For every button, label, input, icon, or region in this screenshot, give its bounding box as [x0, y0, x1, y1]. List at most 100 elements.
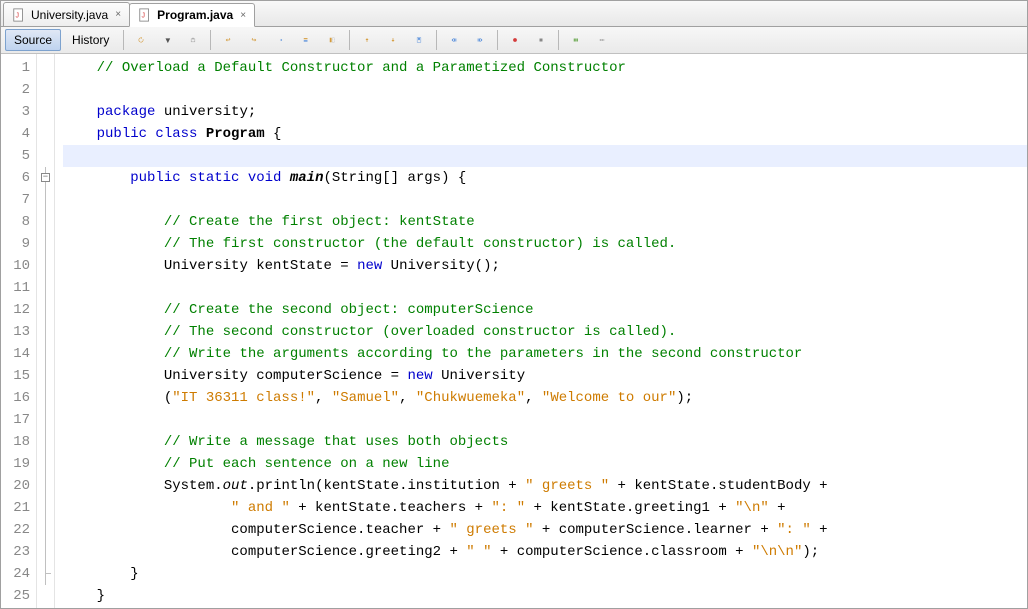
fold-cell — [37, 387, 54, 409]
uncomment-button[interactable] — [590, 29, 614, 51]
refresh-button[interactable] — [129, 29, 153, 51]
svg-text:J: J — [16, 12, 20, 19]
code-line[interactable]: // Put each sentence on a new line — [63, 453, 1027, 475]
fold-cell — [37, 453, 54, 475]
dropdown-arrow-icon: ▼ — [164, 36, 172, 45]
fold-cell — [37, 343, 54, 365]
stop-macro-button[interactable] — [529, 29, 553, 51]
code-line[interactable]: public class Program { — [63, 123, 1027, 145]
toggle-bookmark-button[interactable] — [407, 29, 431, 51]
toggle-highlight-button[interactable] — [320, 29, 344, 51]
fold-cell — [37, 189, 54, 211]
export-button[interactable] — [181, 29, 205, 51]
code-line[interactable]: // Overload a Default Constructor and a … — [63, 57, 1027, 79]
line-number: 1 — [1, 57, 36, 79]
tab-bar: JUniversity.java×JProgram.java× — [1, 1, 1027, 27]
code-line[interactable]: // Create the second object: computerSci… — [63, 299, 1027, 321]
fold-cell — [37, 497, 54, 519]
file-tab[interactable]: JProgram.java× — [129, 3, 255, 27]
line-number: 15 — [1, 365, 36, 387]
line-number: 6 — [1, 167, 36, 189]
fold-toggle[interactable]: − — [41, 173, 50, 182]
code-line[interactable]: System.out.println(kentState.institution… — [63, 475, 1027, 497]
code-line[interactable]: // Write a message that uses both object… — [63, 431, 1027, 453]
line-number: 24 — [1, 563, 36, 585]
fold-cell — [37, 299, 54, 321]
fold-cell — [37, 79, 54, 101]
separator — [349, 30, 350, 50]
line-number: 22 — [1, 519, 36, 541]
line-number: 2 — [1, 79, 36, 101]
code-line[interactable]: computerScience.greeting2 + " " + comput… — [63, 541, 1027, 563]
code-line[interactable]: // Create the first object: kentState — [63, 211, 1027, 233]
code-line[interactable]: University kentState = new University(); — [63, 255, 1027, 277]
tab-title: University.java — [31, 8, 108, 22]
shift-left-button[interactable] — [442, 29, 466, 51]
fold-cell — [37, 519, 54, 541]
separator — [210, 30, 211, 50]
line-number: 11 — [1, 277, 36, 299]
separator — [497, 30, 498, 50]
line-number: 10 — [1, 255, 36, 277]
code-line[interactable] — [63, 79, 1027, 101]
line-number: 21 — [1, 497, 36, 519]
line-number: 5 — [1, 145, 36, 167]
fold-cell — [37, 211, 54, 233]
code-area[interactable]: // Overload a Default Constructor and a … — [55, 54, 1027, 608]
code-line[interactable]: } — [63, 563, 1027, 585]
comment-button[interactable] — [564, 29, 588, 51]
fold-cell — [37, 409, 54, 431]
fold-cell — [37, 475, 54, 497]
history-tab-button[interactable]: History — [63, 29, 118, 51]
svg-text:J: J — [142, 13, 146, 20]
line-number: 19 — [1, 453, 36, 475]
close-icon[interactable]: × — [113, 10, 123, 20]
source-tab-button[interactable]: Source — [5, 29, 61, 51]
code-line[interactable]: computerScience.teacher + " greets " + c… — [63, 519, 1027, 541]
code-line[interactable]: ("IT 36311 class!", "Samuel", "Chukwueme… — [63, 387, 1027, 409]
undo-button[interactable] — [216, 29, 240, 51]
toolbar: Source History ▼ — [1, 27, 1027, 54]
fold-cell — [37, 321, 54, 343]
fold-cell — [37, 57, 54, 79]
line-number: 8 — [1, 211, 36, 233]
separator — [436, 30, 437, 50]
code-line[interactable]: // Write the arguments according to the … — [63, 343, 1027, 365]
line-number: 25 — [1, 585, 36, 607]
fold-cell — [37, 123, 54, 145]
line-number: 4 — [1, 123, 36, 145]
find-selection-button[interactable] — [294, 29, 318, 51]
prev-bookmark-button[interactable] — [355, 29, 379, 51]
line-number: 13 — [1, 321, 36, 343]
fold-cell — [37, 255, 54, 277]
code-line[interactable]: University computerScience = new Univers… — [63, 365, 1027, 387]
fold-cell — [37, 431, 54, 453]
code-line[interactable] — [63, 277, 1027, 299]
code-line[interactable]: public static void main(String[] args) { — [63, 167, 1027, 189]
forward-button[interactable] — [268, 29, 292, 51]
code-line[interactable]: } — [63, 585, 1027, 607]
close-icon[interactable]: × — [238, 10, 248, 20]
line-number: 20 — [1, 475, 36, 497]
separator — [558, 30, 559, 50]
redo-button[interactable] — [242, 29, 266, 51]
code-line[interactable] — [63, 189, 1027, 211]
line-number: 18 — [1, 431, 36, 453]
start-macro-button[interactable] — [503, 29, 527, 51]
code-line[interactable]: // The first constructor (the default co… — [63, 233, 1027, 255]
save-dropdown-button[interactable]: ▼ — [155, 29, 179, 51]
next-bookmark-button[interactable] — [381, 29, 405, 51]
line-number: 9 — [1, 233, 36, 255]
code-line[interactable]: package university; — [63, 101, 1027, 123]
code-line[interactable] — [63, 145, 1027, 167]
code-line[interactable]: // The second constructor (overloaded co… — [63, 321, 1027, 343]
shift-right-button[interactable] — [468, 29, 492, 51]
code-line[interactable]: " and " + kentState.teachers + ": " + ke… — [63, 497, 1027, 519]
code-line[interactable] — [63, 409, 1027, 431]
separator — [123, 30, 124, 50]
fold-cell — [37, 365, 54, 387]
code-editor[interactable]: 1234567891011121314151617181920212223242… — [1, 54, 1027, 608]
fold-cell — [37, 145, 54, 167]
fold-cell — [37, 277, 54, 299]
file-tab[interactable]: J University.java × — [3, 2, 130, 26]
